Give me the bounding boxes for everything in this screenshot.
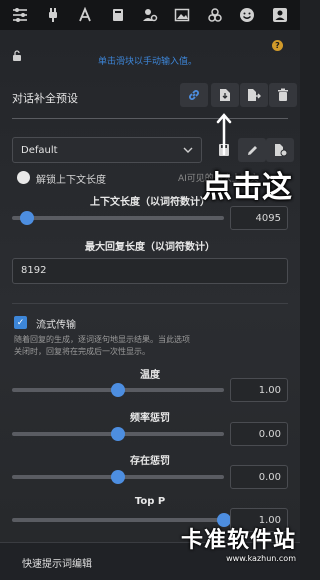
rename-preset-button[interactable] [238,138,266,162]
cubes-icon[interactable] [204,4,226,26]
slider-track [12,216,224,220]
presence-penalty-slider[interactable] [12,470,224,484]
tutorial-click-text: 点击这 [202,170,292,205]
top-toolbar [0,0,300,30]
frequency-penalty-input[interactable]: 0.00 [230,422,288,446]
users-gear-icon[interactable] [139,4,161,26]
file-export-icon [248,89,261,101]
divider [12,118,288,119]
image-icon[interactable] [171,4,193,26]
context-length-input[interactable]: 4095 [230,206,288,230]
link-icon [189,90,199,100]
max-reply-value: 8192 [21,265,47,276]
file-import-icon [220,89,230,101]
tutorial-arrow [216,112,232,156]
unlock-context-toggle[interactable] [17,171,30,184]
pencil-icon [247,145,257,155]
slider-knob[interactable] [111,470,125,484]
unlock-context-label: 解锁上下文长度 [36,175,106,186]
temperature-input[interactable]: 1.00 [230,378,288,402]
preset-select[interactable]: Default [12,137,202,163]
link-preset-button[interactable] [180,83,208,107]
slider-knob[interactable] [19,211,34,225]
settings-panel: 单击滑块以手动输入值。 ? 对话补全预设 Default 解锁上下文长度 AI可… [0,30,300,580]
chevron-down-icon [183,147,193,153]
watermark-title: 卡准软件站 [180,528,296,553]
watermark: 卡准软件站 www.kazhun.com [156,522,296,566]
slider-knob[interactable] [111,383,125,397]
max-reply-input[interactable]: 8192 [12,258,288,284]
streaming-label: 流式传输 [36,320,76,331]
frequency-penalty-slider[interactable] [12,427,224,441]
import-preset-button[interactable] [211,83,239,107]
file-add-icon [274,144,287,157]
temperature-slider[interactable] [12,383,224,397]
context-length-slider[interactable] [12,211,224,225]
user-icon[interactable] [269,4,291,26]
slider-knob[interactable] [111,427,125,441]
unlock-icon[interactable] [12,50,22,65]
streaming-description: 随着回复的生成，逐词逐句地显示结果。当此选项关闭时，回复将在完成后一次性显示。 [14,335,190,356]
slider-hint: 单击滑块以手动输入值。 [98,57,198,67]
plug-icon[interactable] [42,4,64,26]
export-preset-button[interactable] [240,83,268,107]
new-preset-button[interactable] [266,138,294,162]
preset-title: 对话补全预设 [12,92,78,105]
sliders-icon[interactable] [9,4,31,26]
smiley-icon[interactable] [236,4,258,26]
help-icon[interactable]: ? [272,40,283,51]
watermark-url: www.kazhun.com [226,554,296,563]
quick-prompt-label: 快速提示词编辑 [22,559,92,570]
delete-preset-button[interactable] [269,83,297,107]
font-icon[interactable] [74,4,96,26]
trash-icon [278,88,288,101]
book-icon[interactable] [107,4,129,26]
presence-penalty-input[interactable]: 0.00 [230,465,288,489]
divider [12,303,288,304]
streaming-checkbox[interactable]: ✓ [14,316,27,329]
preset-select-value: Default [21,144,58,156]
max-reply-label: 最大回复长度（以词符数计） [85,242,215,253]
top-p-label: Top P [134,496,166,507]
